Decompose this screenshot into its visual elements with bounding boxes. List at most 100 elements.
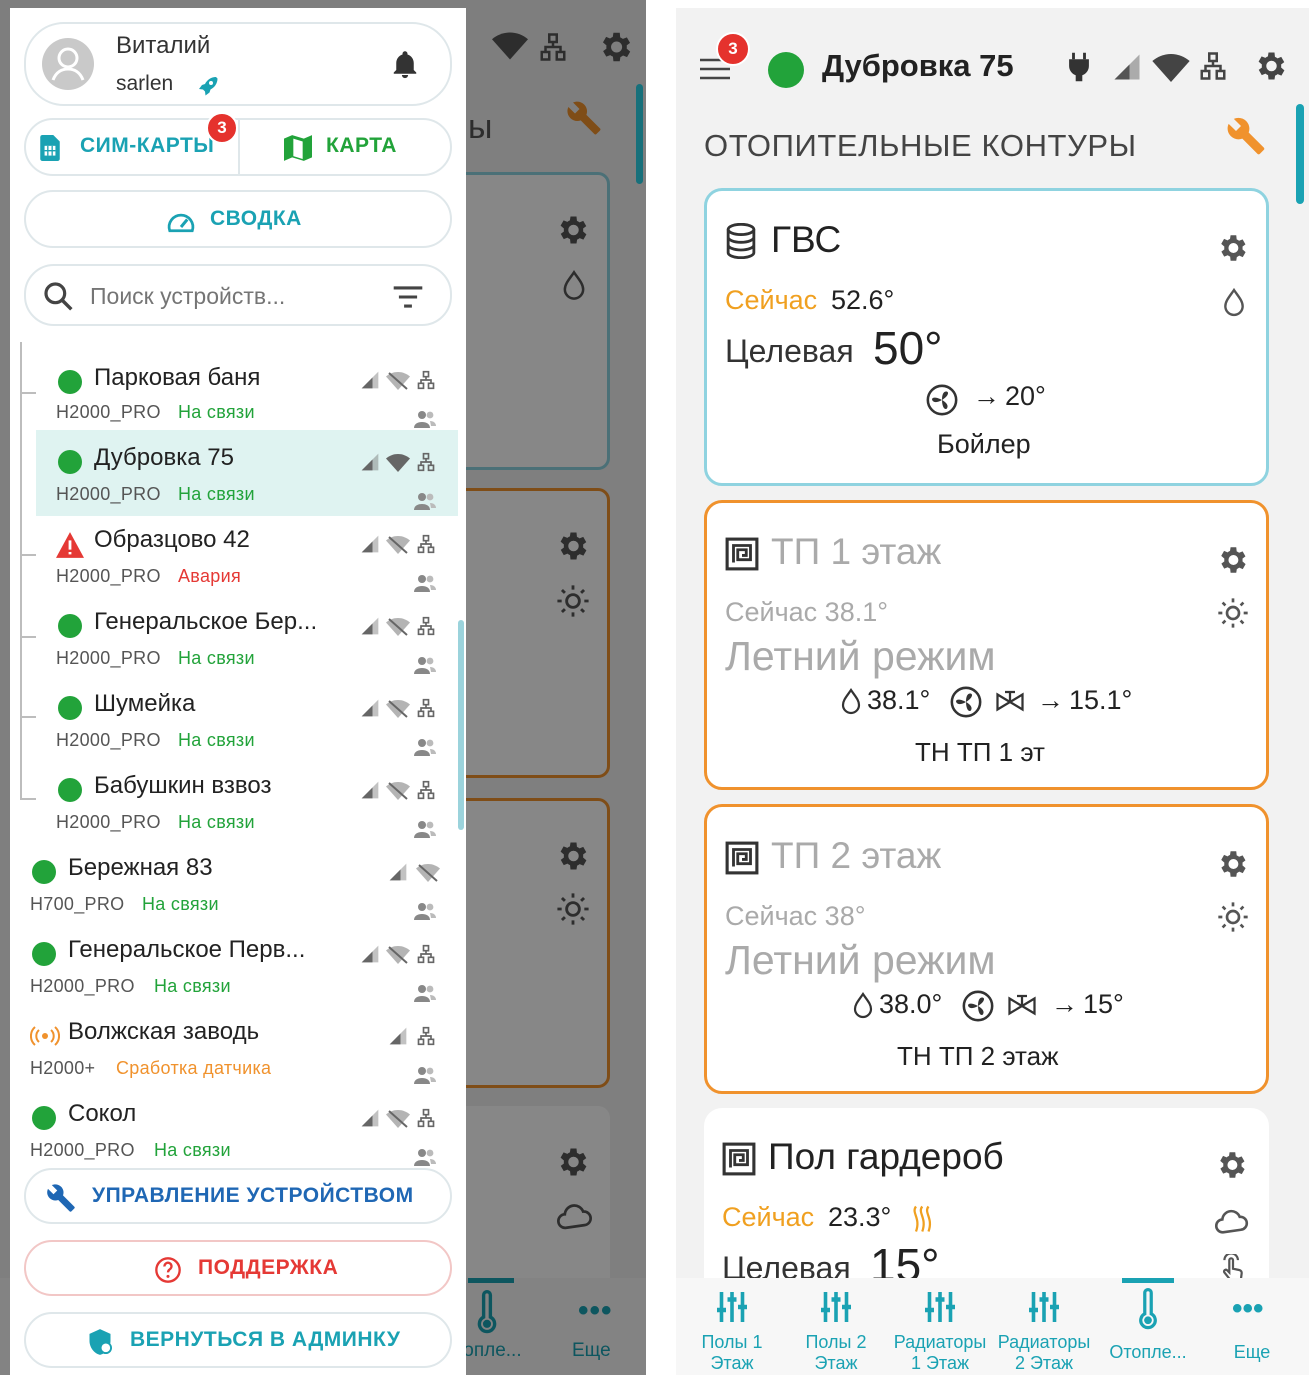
device-status: На связи [178,812,255,832]
nav-active-indicator [1122,1278,1174,1283]
nav-label-line2: Этаж [814,1353,858,1373]
support-button[interactable]: ПОДДЕРЖКА [24,1240,452,1296]
scrollbar[interactable] [1296,104,1304,204]
online-status-dot [58,370,82,394]
filter-icon[interactable] [392,284,424,310]
device-management-button[interactable]: УПРАВЛЕНИЕ УСТРОЙСТВОМ [24,1168,452,1224]
arrow-icon: → [1037,685,1064,715]
network-icon [417,370,435,390]
current-label: Сейчас [722,1202,815,1232]
current-value: 52.6° [831,285,895,315]
users-icon [414,739,436,756]
nav-item-radiators-1[interactable]: Радиаторы 1 Этаж [888,1284,992,1374]
wrench-icon[interactable] [1226,116,1266,156]
nav-item-floors-1[interactable]: Полы 1 Этаж [680,1284,784,1374]
wifi-icon [386,454,410,472]
device-screen: 3 Дубровка 75 ОТОПИТЕЛЬНЫЕ КОНТУРЫ ГВС С… [676,8,1309,1375]
admin-shield-icon [89,1329,113,1355]
device-name: Генеральское Бер... [94,608,318,635]
map-button[interactable]: КАРТА [240,118,452,176]
cellular-signal-icon [1114,54,1140,80]
bell-icon[interactable] [390,48,420,82]
nav-label-line1: Еще [1233,1342,1271,1362]
list-scrollbar[interactable] [458,620,464,830]
online-status-dot [58,778,82,802]
nav-label-line1: Полы 2 [805,1332,867,1352]
gear-icon[interactable] [1252,48,1288,84]
cellular-signal-icon [361,699,379,717]
cloud-icon [1214,1209,1249,1234]
nav-item-radiators-2[interactable]: Радиаторы 2 Этаж [992,1284,1096,1374]
sliders-icon [717,1292,747,1322]
device-name: Бережная 83 [68,854,213,881]
more-dots-icon: ••• [1232,1292,1264,1325]
summary-label: СВОДКА [210,207,302,230]
circuit-title: ТП 1 этаж [771,531,942,572]
current-value: 23.3° [828,1202,892,1232]
users-icon [414,493,436,510]
user-name: Виталий [116,32,211,59]
current-label: Сейчас [725,285,818,315]
device-name: Дубровка 75 [94,444,234,471]
device-status: На связи [178,730,255,750]
valve-icon [1008,994,1036,1016]
nav-label: Отопле... [1096,1342,1200,1363]
tree-branch [20,554,36,556]
tree-branch [20,798,36,800]
bottom-nav: Полы 1 Этаж Полы 2 Этаж Радиаторы 1 Этаж Ра… [676,1278,1309,1375]
wifi-off-icon [386,782,410,800]
circuit-card-tp1[interactable]: ТП 1 этаж Сейчас 38.1° Летний режим 38.1… [704,500,1269,790]
sliders-icon [925,1292,955,1322]
gear-icon[interactable] [1214,1148,1248,1182]
nav-item-heating[interactable]: Отопле... [1096,1284,1200,1374]
scrollbar[interactable] [636,84,643,184]
cellular-signal-icon [389,863,407,881]
device-name: Образцово 42 [94,526,250,553]
device-model: H2000_PRO [30,1140,135,1160]
current-reading: Сейчас 38.1° [725,597,889,627]
circuit-title: ГВС [771,219,842,260]
sliders-icon [1029,1292,1059,1322]
wifi-off-icon [386,618,410,636]
help-circle-icon [155,1257,181,1283]
return-temp: 20° [1005,381,1046,411]
gear-icon[interactable] [1215,543,1249,577]
cellular-signal-icon [361,945,379,963]
circuit-card-tp2[interactable]: ТП 2 этаж Сейчас 38° Летний режим 38.0° … [704,804,1269,1094]
summary-button[interactable]: СВОДКА [24,190,452,248]
floor-heating-icon [725,841,759,875]
pump-fan-icon [962,990,994,1022]
device-status: На связи [178,648,255,668]
users-icon [414,821,436,838]
wifi-off-icon [386,1110,410,1128]
heat-source: ТН ТП 1 эт [915,737,1045,767]
online-status-dot [32,860,56,884]
sliders-icon [821,1292,851,1322]
device-status: На связи [178,484,255,504]
user-login: sarlen [116,72,174,95]
online-status-dot [58,614,82,638]
search-input[interactable] [90,280,380,312]
sun-icon [1218,902,1248,932]
wifi-off-icon [386,372,410,390]
cellular-signal-icon [361,617,379,635]
device-search[interactable] [24,264,452,326]
user-card[interactable]: Виталий sarlen [24,22,452,106]
circuit-card-gvs[interactable]: ГВС Сейчас 52.6° Целевая 50° → 20° Бойле… [704,188,1269,486]
wrench-icon [47,1184,75,1212]
nav-item-more[interactable]: ••• Еще [1200,1284,1304,1374]
heating-waves-icon [913,1205,932,1232]
device-name: Генеральское Перв... [68,936,306,963]
water-drop-icon [853,992,873,1019]
nav-label: Полы 1 Этаж [680,1332,784,1374]
map-icon [284,135,312,161]
gear-icon[interactable] [1215,847,1249,881]
admin-return-button[interactable]: ВЕРНУТЬСЯ В АДМИНКУ [24,1312,452,1368]
nav-item-floors-2[interactable]: Полы 2 Этаж [784,1284,888,1374]
gear-icon[interactable] [1215,231,1249,265]
users-icon [414,1149,436,1166]
device-status: На связи [154,1140,231,1160]
network-icon [417,698,435,718]
nav-label-line2: 2 Этаж [1014,1353,1074,1373]
sim-cards-badge: 3 [206,112,238,144]
